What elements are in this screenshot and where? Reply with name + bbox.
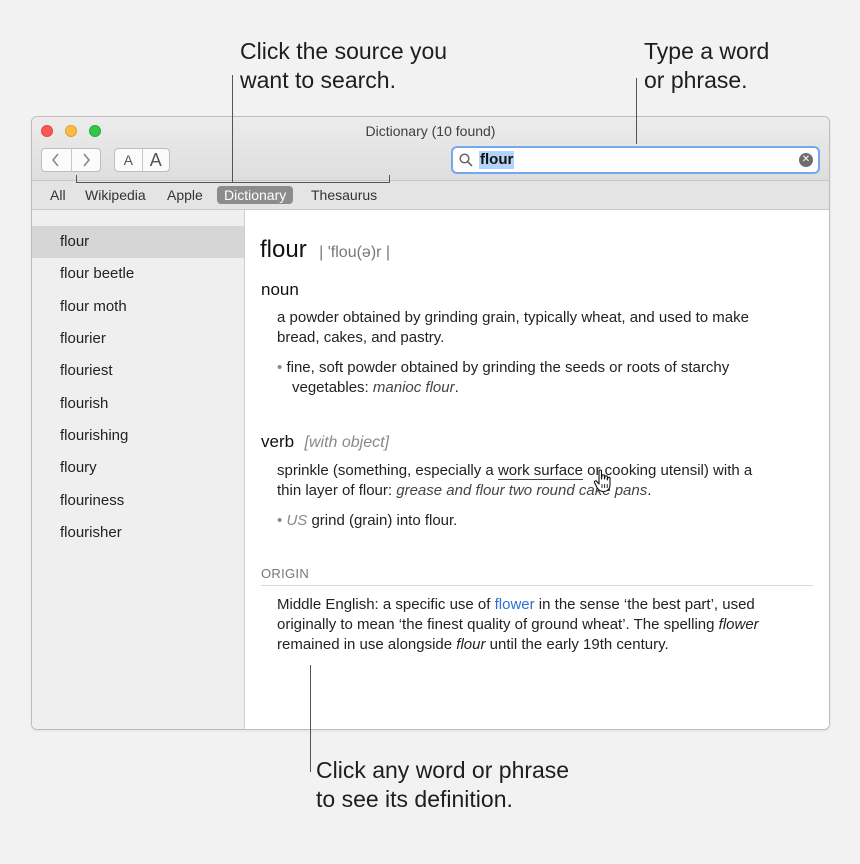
increase-font-button[interactable]: A xyxy=(141,149,170,171)
region-label: US xyxy=(286,512,308,529)
callout-search-line2: or phrase. xyxy=(644,67,748,93)
noun-def-line2[interactable]: bread, cakes, and pastry. xyxy=(277,328,749,348)
callout-source-line2: want to search. xyxy=(240,67,396,93)
origin-divider xyxy=(261,585,813,586)
verb-header: verb [with object] xyxy=(261,432,389,452)
leader-bracket-left xyxy=(76,175,77,183)
origin-line1b[interactable]: in the sense ‘the best part’, used xyxy=(535,596,755,613)
window-title: Dictionary (10 found) xyxy=(365,123,496,139)
headword[interactable]: flour xyxy=(260,236,307,263)
origin-line1a[interactable]: Middle English: a specific use of xyxy=(277,596,495,613)
noun-definition[interactable]: a powder obtained by grinding grain, typ… xyxy=(277,308,749,348)
decrease-font-button[interactable]: A xyxy=(115,149,142,171)
sidebar-item-flourisher[interactable]: flourisher xyxy=(32,517,244,549)
leader-line-source xyxy=(232,75,233,182)
search-input[interactable]: flour xyxy=(479,151,515,169)
chevron-right-icon xyxy=(83,153,90,167)
sidebar-item-flour[interactable]: flour xyxy=(32,226,244,258)
sidebar-item-flour-moth[interactable]: flour moth xyxy=(32,291,244,323)
punctuation: . xyxy=(647,482,652,499)
noun-sub-line1[interactable]: fine, soft powder obtained by grinding t… xyxy=(286,359,729,376)
noun-label: noun xyxy=(261,280,299,299)
sidebar-item-flouriest[interactable]: flouriest xyxy=(32,355,244,387)
flower-link[interactable]: flower xyxy=(495,596,535,613)
verb-sub-text[interactable]: grind (grain) into flour. xyxy=(307,512,457,529)
font-size-buttons: A A xyxy=(114,148,170,172)
verb-subsense[interactable]: • US grind (grain) into flour. xyxy=(277,511,457,531)
sidebar-item-flourishing[interactable]: flourishing xyxy=(32,420,244,452)
forward-button[interactable] xyxy=(70,149,101,171)
grammar-note: [with object] xyxy=(304,434,390,451)
sidebar-item-flourish[interactable]: flourish xyxy=(32,388,244,420)
origin-line3-italic[interactable]: flour xyxy=(456,636,485,653)
noun-sub-line2[interactable]: vegetables: xyxy=(292,379,373,396)
tab-thesaurus[interactable]: Thesaurus xyxy=(304,186,384,204)
dictionary-window: Dictionary (10 found) A A flour ✕ All Wi… xyxy=(31,116,830,730)
chevron-left-icon xyxy=(52,153,59,167)
callout-word-line1: Click any word or phrase xyxy=(316,757,570,783)
callout-word-line2: to see its definition. xyxy=(316,786,513,812)
search-field[interactable]: flour ✕ xyxy=(451,146,820,174)
verb-def-line1a[interactable]: sprinkle (something, especially a xyxy=(277,462,498,479)
origin-text[interactable]: Middle English: a specific use of flower… xyxy=(277,595,759,655)
navigation-buttons xyxy=(41,148,101,172)
origin-line2a[interactable]: originally to mean ‘the finest quality o… xyxy=(277,616,719,633)
tab-all[interactable]: All xyxy=(43,186,73,204)
sidebar-item-flourier[interactable]: flourier xyxy=(32,323,244,355)
tab-apple[interactable]: Apple xyxy=(160,186,210,204)
leader-line-search xyxy=(636,78,637,144)
work-surface-link[interactable]: work surface xyxy=(497,462,583,480)
origin-line2-italic[interactable]: flower xyxy=(719,616,759,633)
noun-example[interactable]: manioc flour xyxy=(373,379,455,396)
origin-label: ORIGIN xyxy=(261,566,310,581)
bullet: • xyxy=(277,359,283,376)
verb-definition[interactable]: sprinkle (something, especially a work s… xyxy=(277,461,752,501)
verb-def-line2[interactable]: thin layer of flour: xyxy=(277,482,396,499)
definition-pane: flour | 'flou(ə)r | noun a powder obtain… xyxy=(245,210,829,729)
pronunciation: | 'flou(ə)r | xyxy=(319,244,391,261)
back-button[interactable] xyxy=(42,149,71,171)
results-sidebar: flour flour beetle flour moth flourier f… xyxy=(32,210,245,729)
sidebar-item-flour-beetle[interactable]: flour beetle xyxy=(32,258,244,290)
callout-source: Click the source you want to search. xyxy=(240,37,447,95)
callout-search-line1: Type a word xyxy=(644,38,770,64)
leader-line-word xyxy=(310,665,311,772)
sidebar-item-floury[interactable]: floury xyxy=(32,452,244,484)
entry-header: flour | 'flou(ə)r | xyxy=(260,236,390,264)
hand-pointer-icon xyxy=(593,469,611,493)
bullet: • xyxy=(277,512,283,529)
callout-word: Click any word or phrase to see its defi… xyxy=(316,756,569,814)
noun-def-line1[interactable]: a powder obtained by grinding grain, typ… xyxy=(277,308,749,328)
tab-wikipedia[interactable]: Wikipedia xyxy=(78,186,153,204)
leader-bracket-right xyxy=(389,175,390,183)
callout-search: Type a word or phrase. xyxy=(644,37,769,95)
clear-search-icon[interactable]: ✕ xyxy=(799,153,813,167)
callout-source-line1: Click the source you xyxy=(240,38,448,64)
source-tabs: All Wikipedia Apple Dictionary Thesaurus xyxy=(32,181,829,210)
noun-subsense[interactable]: • fine, soft powder obtained by grinding… xyxy=(277,358,729,398)
leader-bracket-source xyxy=(76,182,390,183)
title-bar: Dictionary (10 found) A A flour ✕ xyxy=(32,117,829,181)
sidebar-item-flouriness[interactable]: flouriness xyxy=(32,485,244,517)
origin-line3b[interactable]: until the early 19th century. xyxy=(485,636,669,653)
verb-label: verb xyxy=(261,432,295,451)
search-icon xyxy=(459,153,473,172)
origin-line3a[interactable]: remained in use alongside xyxy=(277,636,456,653)
punctuation: . xyxy=(454,379,459,396)
tab-dictionary[interactable]: Dictionary xyxy=(217,186,294,204)
